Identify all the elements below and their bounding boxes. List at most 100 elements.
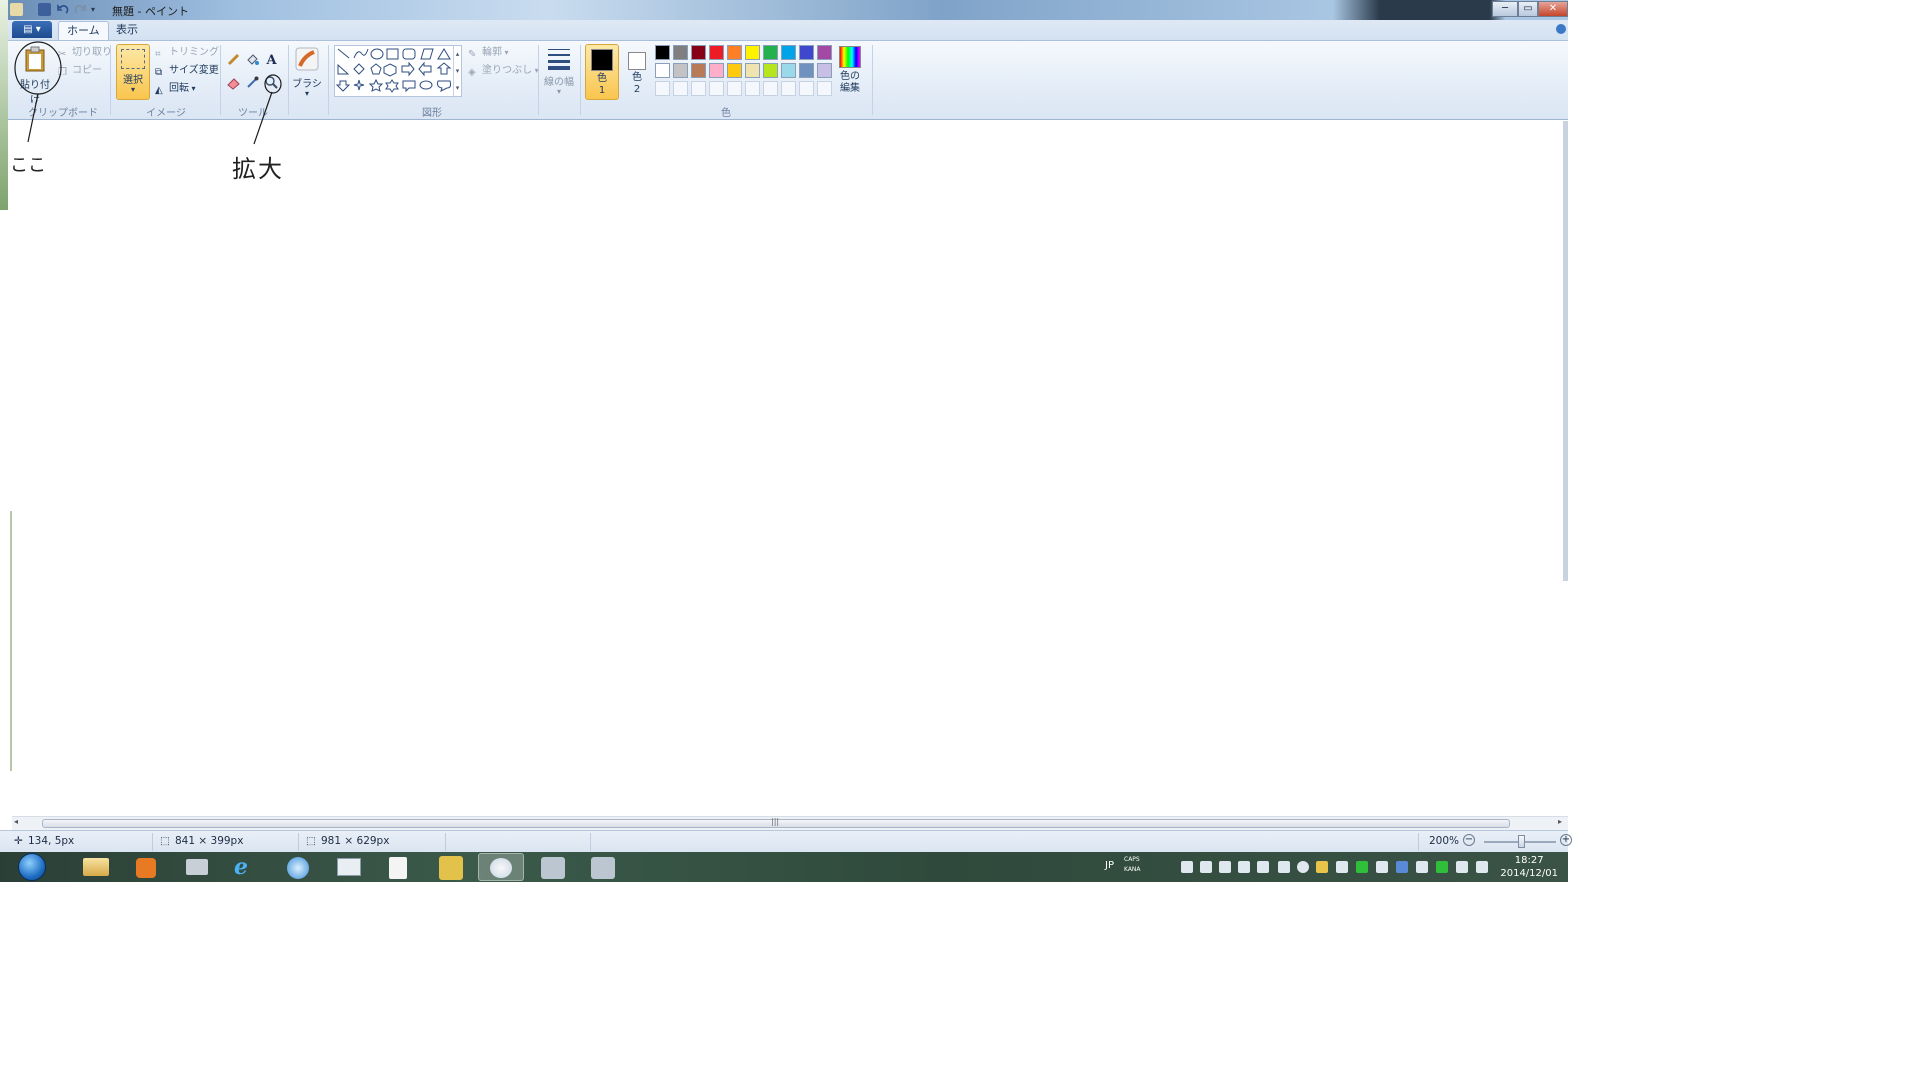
tray-icon-12[interactable] — [1396, 861, 1408, 873]
scroll-thumb[interactable]: ||| — [42, 817, 1510, 828]
fill-button[interactable]: ◈ 塗りつぶし ▾ — [468, 63, 539, 79]
custom-color-slot[interactable] — [655, 81, 670, 96]
custom-color-slot[interactable] — [745, 81, 760, 96]
vertical-scrollbar[interactable] — [1563, 121, 1568, 581]
magnifier-icon[interactable] — [263, 75, 280, 92]
color-swatch[interactable] — [817, 45, 832, 60]
eraser-icon[interactable] — [225, 75, 242, 92]
paste-button[interactable]: 貼り付け — [18, 46, 52, 106]
maximize-button[interactable]: ▭ — [1518, 1, 1538, 17]
custom-color-slot[interactable] — [691, 81, 706, 96]
color-swatch[interactable] — [817, 63, 832, 78]
tab-view[interactable]: 表示 — [108, 21, 146, 40]
taskbar-app-3[interactable] — [174, 853, 220, 881]
text-tool-icon[interactable]: A — [263, 52, 280, 69]
scroll-left-icon[interactable]: ◂ — [14, 817, 18, 826]
taskbar-explorer[interactable] — [74, 853, 120, 881]
close-button[interactable]: ✕ — [1538, 1, 1568, 17]
zoom-in-button[interactable]: + — [1560, 834, 1572, 846]
shapes-scroll[interactable]: ▴ ▾ ▾ — [453, 46, 461, 98]
color-swatch[interactable] — [691, 45, 706, 60]
color-swatch[interactable] — [745, 45, 760, 60]
size-button[interactable]: 線の幅 ▾ — [543, 46, 575, 100]
tray-icon-13[interactable] — [1416, 861, 1428, 873]
color-swatch[interactable] — [799, 63, 814, 78]
horizontal-scrollbar[interactable]: ◂ ||| ▸ — [12, 816, 1568, 830]
undo-icon[interactable] — [56, 3, 69, 16]
custom-color-slot[interactable] — [781, 81, 796, 96]
color-swatch[interactable] — [691, 63, 706, 78]
cut-button[interactable]: ✂ 切り取り — [58, 45, 112, 61]
taskbar-java[interactable] — [376, 853, 422, 881]
zoom-out-button[interactable]: − — [1463, 834, 1475, 846]
custom-color-slot[interactable] — [799, 81, 814, 96]
network-icon[interactable] — [1456, 861, 1468, 873]
save-icon[interactable] — [38, 3, 51, 16]
tray-icon-9[interactable] — [1336, 861, 1348, 873]
action-center-flag-icon[interactable] — [1376, 861, 1388, 873]
copy-button[interactable]: ❐ コピー — [58, 63, 102, 79]
volume-icon[interactable] — [1476, 861, 1488, 873]
color-swatch[interactable] — [655, 63, 670, 78]
customize-qat-icon[interactable]: ▾ — [91, 3, 104, 16]
color-swatch[interactable] — [709, 63, 724, 78]
color2-button[interactable]: 色 2 — [622, 44, 652, 100]
taskbar-app-10[interactable] — [530, 853, 576, 881]
edit-colors-button[interactable]: 色の 編集 — [836, 46, 864, 100]
shapes-gallery[interactable]: ▴ ▾ ▾ — [334, 45, 462, 98]
help-icon[interactable] — [1556, 24, 1566, 34]
color-swatch[interactable] — [763, 63, 778, 78]
start-button[interactable] — [12, 852, 52, 882]
color-swatch[interactable] — [763, 45, 778, 60]
system-clock[interactable]: 18:27 2014/12/01 — [1500, 854, 1558, 880]
color-swatch[interactable] — [799, 45, 814, 60]
tray-icon-7[interactable] — [1297, 861, 1309, 873]
custom-color-slot[interactable] — [673, 81, 688, 96]
taskbar-app-8[interactable] — [428, 853, 474, 881]
color-swatch[interactable] — [655, 45, 670, 60]
rotate-button[interactable]: ◭ 回転 ▾ — [155, 81, 196, 97]
taskbar-paint[interactable] — [478, 853, 524, 881]
outline-button[interactable]: ✎ 輪郭 ▾ — [468, 45, 509, 61]
color-swatch[interactable] — [709, 45, 724, 60]
tray-icon-4[interactable] — [1238, 861, 1250, 873]
tray-icon-5[interactable] — [1257, 861, 1269, 873]
resize-button[interactable]: ⧉ サイズ変更 — [155, 63, 219, 79]
color1-button[interactable]: 色 1 — [585, 44, 619, 100]
brushes-button[interactable]: ブラシ ▾ — [292, 46, 322, 100]
color-swatch[interactable] — [727, 63, 742, 78]
color-swatch[interactable] — [781, 45, 796, 60]
paint-menu-button[interactable]: ▤ ▾ — [12, 21, 52, 38]
custom-color-slot[interactable] — [727, 81, 742, 96]
custom-color-slot[interactable] — [763, 81, 778, 96]
tray-icon-1[interactable] — [1181, 861, 1193, 873]
paint-app-icon[interactable] — [10, 3, 23, 16]
select-button[interactable]: 選択 ▾ — [116, 44, 150, 100]
crop-button[interactable]: ⌗ トリミング — [155, 45, 219, 61]
redo-icon[interactable] — [74, 3, 87, 16]
taskbar-media-player[interactable] — [124, 853, 170, 881]
color-swatch[interactable] — [673, 45, 688, 60]
color-swatch[interactable] — [781, 63, 796, 78]
minimize-button[interactable]: ─ — [1492, 1, 1518, 17]
tray-icon-10[interactable] — [1356, 861, 1368, 873]
color-swatch[interactable] — [745, 63, 760, 78]
custom-color-slot[interactable] — [817, 81, 832, 96]
taskbar-app-11[interactable] — [580, 853, 626, 881]
tray-icon-8[interactable] — [1316, 861, 1328, 873]
taskbar-app-6[interactable] — [326, 853, 372, 881]
color-picker-icon[interactable] — [244, 75, 261, 92]
custom-color-slot[interactable] — [709, 81, 724, 96]
fill-bucket-icon[interactable] — [244, 52, 261, 69]
tray-icon-14[interactable] — [1436, 861, 1448, 873]
zoom-slider-thumb[interactable] — [1518, 835, 1525, 848]
color-swatch[interactable] — [673, 63, 688, 78]
color-swatch[interactable] — [727, 45, 742, 60]
tray-icon-3[interactable] — [1219, 861, 1231, 873]
drawing-canvas[interactable]: ここ 拡大 — [0, 0, 1568, 816]
tab-home[interactable]: ホーム — [58, 21, 109, 40]
taskbar-ie[interactable]: e — [224, 853, 270, 881]
tray-icon-6[interactable] — [1278, 861, 1290, 873]
taskbar-itunes[interactable] — [276, 853, 322, 881]
pencil-icon[interactable] — [225, 52, 242, 69]
